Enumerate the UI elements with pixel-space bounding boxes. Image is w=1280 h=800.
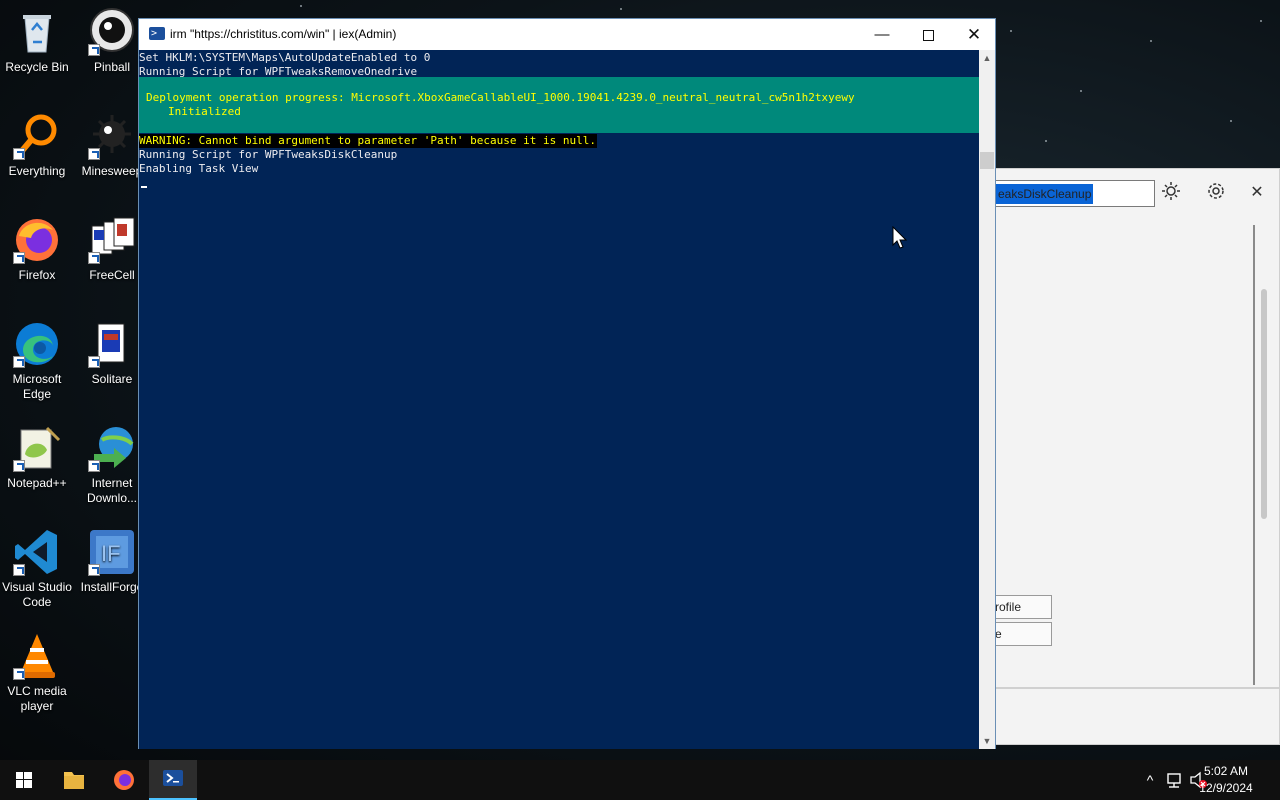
taskbar: ^ 5:02 AM 12/9/2024	[0, 760, 1280, 800]
progress-banner: Deployment operation progress: Microsoft…	[139, 77, 979, 133]
minesweeper-icon	[88, 112, 136, 160]
desktop-icon-label: Notepad++	[7, 476, 67, 490]
windows-logo-icon	[16, 772, 32, 788]
clock-date: 12/9/2024	[1199, 781, 1253, 795]
desktop-icon-recycle-bin[interactable]: Recycle Bin	[0, 8, 75, 75]
start-button[interactable]	[0, 760, 48, 800]
mouse-pointer-icon	[892, 226, 908, 249]
desktop-icon-label: VLC media player	[7, 684, 67, 713]
divider	[991, 687, 1279, 689]
taskbar-firefox[interactable]	[100, 760, 148, 800]
desktop-icon-firefox[interactable]: Firefox	[0, 216, 75, 283]
desktop-icon-label: Recycle Bin	[5, 60, 69, 74]
search-input-value: eaksDiskCleanup	[992, 184, 1093, 204]
chevron-up-icon: ^	[1146, 772, 1154, 788]
desktop-icon-notepadpp[interactable]: Notepad++	[0, 424, 75, 491]
firefox-icon	[13, 216, 61, 264]
desktop-icon-edge[interactable]: Microsoft Edge	[0, 320, 75, 402]
clock-time: 5:02 AM	[1203, 764, 1249, 778]
vscode-icon	[13, 528, 61, 576]
idm-icon	[88, 424, 136, 472]
powershell-icon	[163, 770, 183, 786]
title-bar[interactable]: > irm "https://christitus.com/win" | iex…	[139, 19, 995, 50]
desktop-icon-vlc[interactable]: VLC media player	[0, 632, 75, 714]
close-button[interactable]: ✕	[951, 19, 997, 50]
taskbar-file-explorer[interactable]	[50, 760, 98, 800]
minimize-button[interactable]: —	[859, 19, 905, 50]
network-button[interactable]	[1163, 760, 1185, 800]
everything-icon	[13, 112, 61, 160]
profile-button[interactable]: rofile	[991, 595, 1052, 619]
progress-title: Deployment operation progress: Microsoft…	[146, 91, 855, 104]
clock[interactable]: 5:02 AM 12/9/2024	[1196, 763, 1256, 797]
close-button[interactable]: ✕	[1245, 181, 1269, 205]
vlc-icon	[13, 632, 61, 680]
text-cursor	[141, 186, 147, 188]
maximize-button[interactable]	[905, 19, 951, 50]
notepadpp-icon	[13, 424, 61, 472]
theme-toggle-button[interactable]	[1159, 181, 1183, 205]
maximize-icon	[922, 29, 934, 41]
folder-icon	[64, 772, 84, 789]
desktop-icon-everything[interactable]: Everything	[0, 112, 75, 179]
solitaire-icon	[88, 320, 136, 368]
installforge-icon: IF	[88, 528, 136, 576]
console-line: Set HKLM:\SYSTEM\Maps\AutoUpdateEnabled …	[139, 51, 431, 64]
scrollbar[interactable]	[1261, 289, 1267, 519]
window-title: irm "https://christitus.com/win" | iex(A…	[170, 27, 397, 41]
secondary-button[interactable]: e	[991, 622, 1052, 646]
scroll-down-icon[interactable]: ▼	[979, 733, 995, 749]
console-output[interactable]: Set HKLM:\SYSTEM\Maps\AutoUpdateEnabled …	[139, 50, 979, 749]
warning-line: WARNING: Cannot bind argument to paramet…	[139, 134, 597, 148]
show-hidden-icons-button[interactable]: ^	[1140, 760, 1160, 800]
edge-icon	[13, 320, 61, 368]
powershell-window[interactable]: > irm "https://christitus.com/win" | iex…	[138, 18, 996, 749]
close-icon: ✕	[1250, 184, 1264, 201]
minimize-icon: —	[874, 26, 890, 43]
powershell-icon: >	[149, 27, 165, 40]
settings-button[interactable]	[1204, 181, 1228, 205]
search-input[interactable]: eaksDiskCleanup	[991, 180, 1155, 207]
divider	[1253, 225, 1255, 685]
desktop-icon-label: Microsoft Edge	[12, 372, 62, 401]
firefox-icon	[114, 770, 134, 790]
desktop-icon-label: Firefox	[18, 268, 56, 282]
svg-text:IF: IF	[101, 541, 121, 566]
console-line: Running Script for WPFTweaksDiskCleanup	[139, 148, 398, 161]
freecell-icon	[88, 216, 136, 264]
pinball-icon	[88, 8, 136, 56]
gear-icon	[1208, 183, 1224, 199]
desktop-icon-label: Visual Studio Code	[2, 580, 72, 609]
sun-icon	[1162, 182, 1180, 200]
vertical-scrollbar[interactable]: ▲ ▼	[979, 50, 995, 749]
console-line: Enabling Task View	[139, 162, 259, 175]
network-icon	[1167, 773, 1181, 788]
scroll-up-icon[interactable]: ▲	[979, 50, 995, 66]
taskbar-powershell[interactable]	[149, 760, 197, 800]
desktop-icon-label: Everything	[8, 164, 66, 178]
close-icon: ✕	[966, 25, 982, 44]
progress-status: Initialized	[168, 105, 241, 118]
recycle-bin-icon	[13, 8, 61, 56]
scroll-thumb[interactable]	[980, 152, 994, 169]
winutil-window[interactable]: eaksDiskCleanup ✕ rofile e	[990, 168, 1280, 745]
desktop-icon-vscode[interactable]: Visual Studio Code	[0, 528, 75, 610]
